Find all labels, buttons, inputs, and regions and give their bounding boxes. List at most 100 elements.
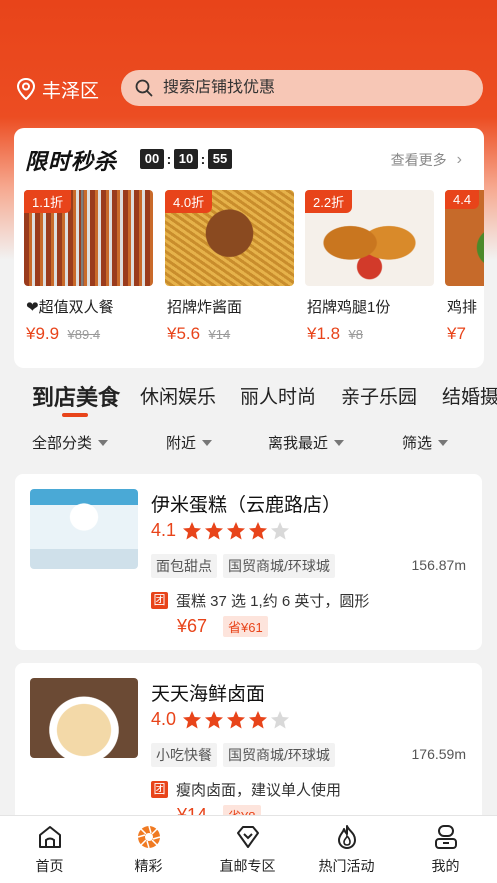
user-icon xyxy=(435,825,457,849)
caret-down-icon xyxy=(202,439,213,446)
filter-category[interactable]: 全部分类 xyxy=(32,432,109,453)
location-label: 丰泽区 xyxy=(42,80,100,102)
tab-profile[interactable]: 我的 xyxy=(396,816,495,883)
group-deal-text: 瘦肉卤面，建议单人使用 xyxy=(176,782,342,799)
tab-label: 我的 xyxy=(431,858,460,874)
group-buy-badge: 团 xyxy=(151,592,168,609)
filter-sort[interactable]: 离我最近 xyxy=(268,432,345,453)
deal-name: ❤超值双人餐 xyxy=(26,299,114,316)
filter-bar: 全部分类 附近 离我最近 筛选 xyxy=(0,428,497,458)
tab-hot-events[interactable]: 热门活动 xyxy=(297,816,396,883)
shop-tag: 小吃快餐 xyxy=(151,743,217,767)
tab-direct-mail[interactable]: 直邮专区 xyxy=(198,816,297,883)
discount-badge: 4.4 xyxy=(445,190,480,209)
star-filled-icon xyxy=(227,710,246,728)
view-more-link[interactable]: 查看更多 › xyxy=(391,150,462,170)
discount-badge: 2.2折 xyxy=(305,190,353,213)
deal-price: ¥1.8 ¥8 xyxy=(307,324,363,344)
filter-nearby[interactable]: 附近 xyxy=(166,432,213,453)
shop-thumbnail xyxy=(30,678,138,758)
deal-name: 招牌鸡腿1份 xyxy=(307,299,391,316)
star-filled-icon xyxy=(183,710,202,728)
timer-colon: : xyxy=(200,151,206,167)
caret-down-icon xyxy=(438,439,449,446)
search-input[interactable] xyxy=(163,79,443,97)
caret-down-icon xyxy=(98,439,109,446)
tab-beauty[interactable]: 丽人时尚 xyxy=(240,382,316,409)
deal-price: ¥7 xyxy=(447,324,466,344)
deal-price: ¥67 xyxy=(177,616,208,636)
tab-label: 热门活动 xyxy=(318,858,375,874)
deal-current-price: ¥1.8 xyxy=(307,324,341,343)
bottom-tab-bar: 首页 精彩 直邮专区 热门活动 我的 xyxy=(0,815,497,883)
countdown-timer: 00 : 10 : 55 xyxy=(140,149,232,169)
shop-tag: 国贸商城/环球城 xyxy=(223,554,335,578)
shop-name: 伊米蛋糕（云鹿路店） xyxy=(151,495,342,516)
diamond-icon xyxy=(237,826,259,848)
tab-wedding[interactable]: 结婚摄 xyxy=(442,382,497,409)
shop-name: 天天海鲜卤面 xyxy=(151,684,266,705)
flash-deal-item[interactable]: 2.2折 招牌鸡腿1份 ¥1.8 ¥8 xyxy=(305,190,434,343)
star-filled-icon xyxy=(205,710,224,728)
group-buy-badge: 团 xyxy=(151,781,168,798)
tab-leisure[interactable]: 休闲娱乐 xyxy=(140,382,216,409)
shop-thumbnail xyxy=(30,489,138,569)
active-tab-indicator xyxy=(62,413,88,417)
discount-badge: 4.0折 xyxy=(165,190,213,213)
star-filled-icon xyxy=(183,521,202,539)
deal-price: ¥5.6 ¥14 xyxy=(167,324,230,344)
tab-highlights[interactable]: 精彩 xyxy=(99,816,198,883)
deal-current-price: ¥7 xyxy=(447,324,466,343)
deal-price: ¥9.9 ¥89.4 xyxy=(26,324,100,344)
deal-image: 4.4 xyxy=(445,190,484,286)
header: 丰泽区 xyxy=(0,0,497,120)
flash-deal-item[interactable]: 4.0折 招牌炸酱面 ¥5.6 ¥14 xyxy=(165,190,294,343)
shop-distance: 156.87m xyxy=(411,557,466,573)
search-icon xyxy=(135,79,153,97)
tab-kids[interactable]: 亲子乐园 xyxy=(341,382,417,409)
shop-rating: 4.1 xyxy=(151,520,292,541)
caret-down-icon xyxy=(334,439,345,446)
aperture-icon xyxy=(137,825,161,849)
group-deal-text: 蛋糕 37 选 1,约 6 英寸，圆形 xyxy=(176,593,370,610)
deal-name: 招牌炸酱面 xyxy=(167,299,243,316)
timer-colon: : xyxy=(166,151,172,167)
deal-name: 鸡排 xyxy=(447,299,478,316)
timer-seconds: 55 xyxy=(208,149,232,169)
deal-current-price: ¥5.6 xyxy=(167,324,201,343)
shop-card[interactable]: 伊米蛋糕（云鹿路店） 4.1 面包甜点 国贸商城/环球城 156.87m 团 蛋… xyxy=(15,474,482,650)
star-filled-icon xyxy=(249,521,268,539)
location-pin-icon xyxy=(16,78,36,100)
star-filled-icon xyxy=(205,521,224,539)
deal-image: 1.1折 xyxy=(24,190,153,286)
timer-hours: 00 xyxy=(140,149,164,169)
category-tabs: 到店美食 休闲娱乐 丽人时尚 亲子乐园 结婚摄 xyxy=(0,372,497,420)
tab-home[interactable]: 首页 xyxy=(0,816,99,883)
timer-minutes: 10 xyxy=(174,149,198,169)
location-selector[interactable]: 丰泽区 xyxy=(16,76,99,102)
flash-deal-item[interactable]: 4.4 鸡排 ¥7 xyxy=(445,190,484,343)
shop-card[interactable]: 天天海鲜卤面 4.0 小吃快餐 国贸商城/环球城 176.59m 团 瘦肉卤面，… xyxy=(15,663,482,839)
flash-sale-card: 限时秒杀 00 : 10 : 55 查看更多 › 1.1折 ❤超值双人餐 ¥9.… xyxy=(14,128,484,368)
rating-score: 4.1 xyxy=(151,520,177,540)
rating-score: 4.0 xyxy=(151,709,177,729)
deal-original-price: ¥8 xyxy=(348,327,364,342)
shop-rating: 4.0 xyxy=(151,709,292,730)
home-icon xyxy=(39,826,61,848)
flash-deal-list: 1.1折 ❤超值双人餐 ¥9.9 ¥89.4 4.0折 招牌炸酱面 ¥5.6 ¥… xyxy=(24,190,484,360)
filter-more[interactable]: 筛选 xyxy=(402,432,449,453)
tab-food[interactable]: 到店美食 xyxy=(32,380,120,412)
group-deal[interactable]: 团 蛋糕 37 选 1,约 6 英寸，圆形 xyxy=(151,590,369,611)
star-filled-icon xyxy=(249,710,268,728)
shop-distance: 176.59m xyxy=(411,746,466,762)
shop-tag: 面包甜点 xyxy=(151,554,217,578)
group-deal-price: ¥67 省¥61 xyxy=(177,616,268,637)
group-deal[interactable]: 团 瘦肉卤面，建议单人使用 xyxy=(151,779,341,800)
deal-current-price: ¥9.9 xyxy=(26,324,60,343)
deal-original-price: ¥89.4 xyxy=(67,327,101,342)
flash-deal-item[interactable]: 1.1折 ❤超值双人餐 ¥9.9 ¥89.4 xyxy=(24,190,153,343)
flame-icon xyxy=(338,825,356,849)
search-bar[interactable] xyxy=(121,70,483,106)
view-more-label: 查看更多 xyxy=(390,152,447,168)
star-empty-icon xyxy=(271,710,290,728)
